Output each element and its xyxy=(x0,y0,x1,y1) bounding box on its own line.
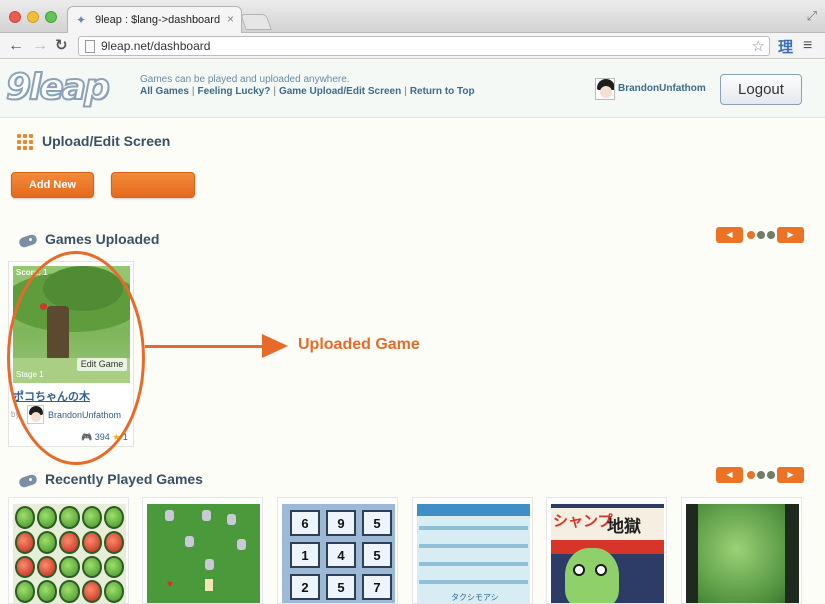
puzzle-tile: 7 xyxy=(362,574,392,600)
pager-dot[interactable] xyxy=(747,471,755,479)
new-tab-button[interactable] xyxy=(240,14,272,30)
grid-icon xyxy=(17,134,33,150)
close-window-button[interactable] xyxy=(9,11,21,23)
extension-icon[interactable]: 理 xyxy=(778,36,793,57)
recent-game-thumbnail[interactable]: 6 9 5 1 4 5 2 5 7 xyxy=(282,504,395,603)
games-uploaded-pager: ◀ ▶ xyxy=(716,227,804,243)
puzzle-tile: 5 xyxy=(362,542,392,568)
section-title-games-uploaded: Games Uploaded xyxy=(45,231,160,247)
nav-separator: | xyxy=(191,86,195,97)
recent-game-thumbnail[interactable] xyxy=(686,504,799,603)
page-icon xyxy=(85,40,95,53)
fullscreen-icon[interactable]: ⤢ xyxy=(807,8,817,24)
heart-icon: ♥ xyxy=(167,579,173,590)
section-title-recently-played: Recently Played Games xyxy=(45,471,203,487)
game-title-kanji: 地獄 xyxy=(607,517,641,536)
recent-game-card[interactable] xyxy=(681,497,802,604)
nav-return-top[interactable]: Return to Top xyxy=(410,86,475,97)
site-header: 9leap Games can be played and uploaded a… xyxy=(0,60,825,118)
item-icon xyxy=(205,579,213,591)
user-avatar[interactable] xyxy=(595,78,615,100)
recent-game-card[interactable]: タクシモアシ xyxy=(412,497,533,604)
next-page-button[interactable]: ▶ xyxy=(777,227,804,243)
annotation-arrow-head xyxy=(262,334,288,358)
tagline: Games can be played and uploaded anywher… xyxy=(140,74,350,85)
annotation-arrow-line xyxy=(145,345,265,348)
zoom-window-button[interactable] xyxy=(45,11,57,23)
add-new-button[interactable]: Add New xyxy=(11,172,94,198)
puzzle-tile: 5 xyxy=(362,510,392,536)
nav-separator: | xyxy=(404,86,407,97)
minimize-window-button[interactable] xyxy=(27,11,39,23)
recent-game-card[interactable]: シャンプ 地獄 xyxy=(546,497,667,604)
recent-game-card[interactable]: 6 9 5 1 4 5 2 5 7 xyxy=(277,497,398,604)
pager-dot[interactable] xyxy=(767,231,775,239)
address-bar[interactable]: 9leap.net/dashboard ☆ xyxy=(78,36,770,56)
header-nav: All Games | Feeling Lucky? | Game Upload/Edi… xyxy=(140,86,475,97)
nav-feeling-lucky[interactable]: Feeling Lucky? xyxy=(198,86,271,97)
user-name[interactable]: BrandonUnfathom xyxy=(618,83,706,94)
nav-upload-edit[interactable]: Game Upload/Edit Screen xyxy=(279,86,401,97)
prev-page-button[interactable]: ◀ xyxy=(716,227,743,243)
tab-title: 9leap : $lang->dashboard xyxy=(95,14,221,26)
puzzle-tile: 6 xyxy=(290,510,320,536)
back-arrow-icon[interactable]: ← xyxy=(8,36,24,56)
pager-dot[interactable] xyxy=(757,231,765,239)
game-caption: タクシモアシ xyxy=(451,593,499,602)
puzzle-tile: 1 xyxy=(290,542,320,568)
pager-dot[interactable] xyxy=(767,471,775,479)
site-logo[interactable]: 9leap xyxy=(5,67,111,109)
url-text[interactable]: 9leap.net/dashboard xyxy=(101,39,210,53)
nav-all-games[interactable]: All Games xyxy=(140,86,189,97)
game-controller-icon xyxy=(17,472,39,489)
pager-dot[interactable] xyxy=(757,471,765,479)
browser-tab[interactable]: ✦ 9leap : $lang->dashboard × xyxy=(67,6,242,33)
recent-game-card[interactable]: ♥ xyxy=(142,497,263,604)
menu-icon[interactable]: ≡ xyxy=(803,37,812,55)
pager-dot[interactable] xyxy=(747,231,755,239)
annotation-label: Uploaded Game xyxy=(298,336,420,353)
recent-game-thumbnail[interactable]: シャンプ 地獄 xyxy=(551,504,664,603)
next-page-button[interactable]: ▶ xyxy=(777,467,804,483)
logout-button[interactable]: Logout xyxy=(720,74,802,105)
nav-separator: | xyxy=(273,86,276,97)
puzzle-tile: 4 xyxy=(326,542,356,568)
annotation-ellipse xyxy=(7,251,145,465)
forward-arrow-icon[interactable]: → xyxy=(32,36,48,56)
secondary-button[interactable] xyxy=(111,172,195,198)
recent-game-thumbnail[interactable] xyxy=(13,504,126,603)
puzzle-tile: 9 xyxy=(326,510,356,536)
recent-game-thumbnail[interactable]: タクシモアシ xyxy=(417,504,530,603)
game-title-kana: シャンプ xyxy=(553,513,613,530)
browser-toolbar: ← → ↻ 9leap.net/dashboard ☆ xyxy=(0,33,825,59)
puzzle-tile: 5 xyxy=(326,574,356,600)
tab-close-icon[interactable]: × xyxy=(227,12,234,26)
favicon-icon: ✦ xyxy=(76,12,87,27)
recent-game-card[interactable] xyxy=(8,497,129,604)
game-controller-icon xyxy=(17,232,39,249)
recently-played-pager: ◀ ▶ xyxy=(716,467,804,483)
browser-title-bar: ✦ 9leap : $lang->dashboard × ⤢ xyxy=(0,0,825,33)
recent-game-thumbnail[interactable]: ♥ xyxy=(147,504,260,603)
reload-icon[interactable]: ↻ xyxy=(55,36,68,56)
prev-page-button[interactable]: ◀ xyxy=(716,467,743,483)
section-title-upload: Upload/Edit Screen xyxy=(42,133,171,149)
puzzle-tile: 2 xyxy=(290,574,320,600)
bookmark-star-icon[interactable]: ☆ xyxy=(752,37,765,55)
